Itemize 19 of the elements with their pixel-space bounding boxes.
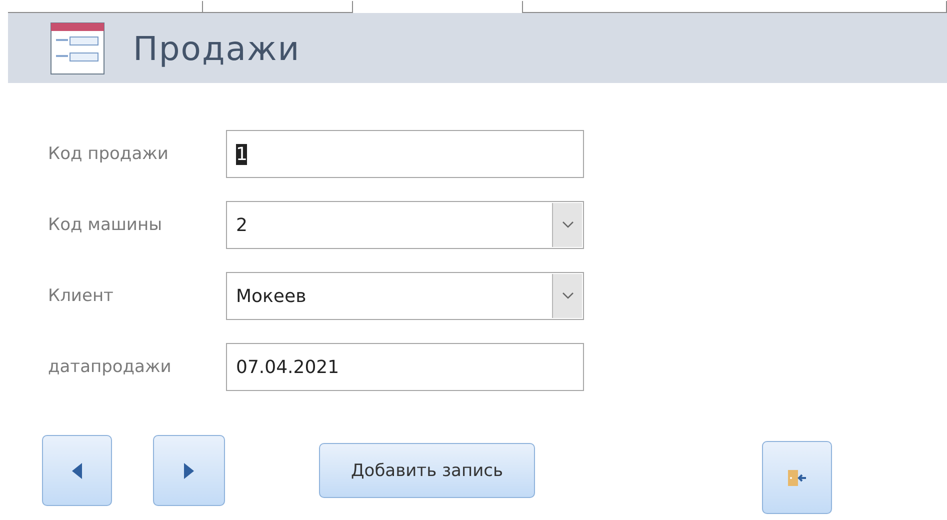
- field-label: датапродажи: [48, 357, 172, 377]
- door-exit-icon: [787, 468, 807, 488]
- form-icon: [50, 22, 105, 74]
- previous-record-button[interactable]: [42, 435, 112, 506]
- field-label: Код продажи: [48, 144, 170, 164]
- combo-box[interactable]: Мокеев: [226, 272, 584, 320]
- field-label: Код машины: [48, 215, 164, 235]
- field-label: Клиент: [48, 286, 114, 306]
- input-field[interactable]: 1: [226, 130, 584, 178]
- input-field[interactable]: 07.04.2021: [226, 343, 584, 391]
- add-record-button[interactable]: Добавить запись: [319, 443, 535, 498]
- triangle-left-icon: [72, 462, 82, 478]
- chevron-down-icon: [562, 221, 574, 229]
- chevron-down-icon: [562, 292, 574, 300]
- next-record-button[interactable]: [153, 435, 225, 506]
- triangle-right-icon: [184, 462, 194, 478]
- form-title: Продажи: [133, 28, 300, 68]
- combo-box[interactable]: 2: [226, 201, 584, 249]
- exit-button[interactable]: [762, 441, 832, 514]
